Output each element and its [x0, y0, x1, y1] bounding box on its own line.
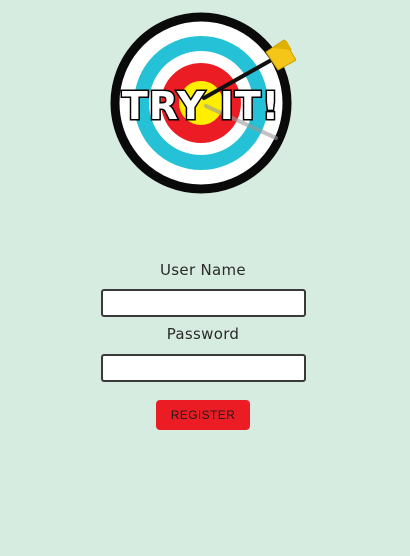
username-input[interactable] [101, 289, 306, 317]
target-logo-icon: TRY IT! [110, 12, 296, 194]
username-label: User Name [160, 261, 246, 279]
logo: TRY IT! [106, 8, 296, 198]
password-input[interactable] [101, 354, 306, 382]
register-button[interactable]: REGISTER [156, 400, 250, 430]
password-label: Password [166, 325, 240, 343]
logo-text: TRY IT! [122, 84, 280, 128]
